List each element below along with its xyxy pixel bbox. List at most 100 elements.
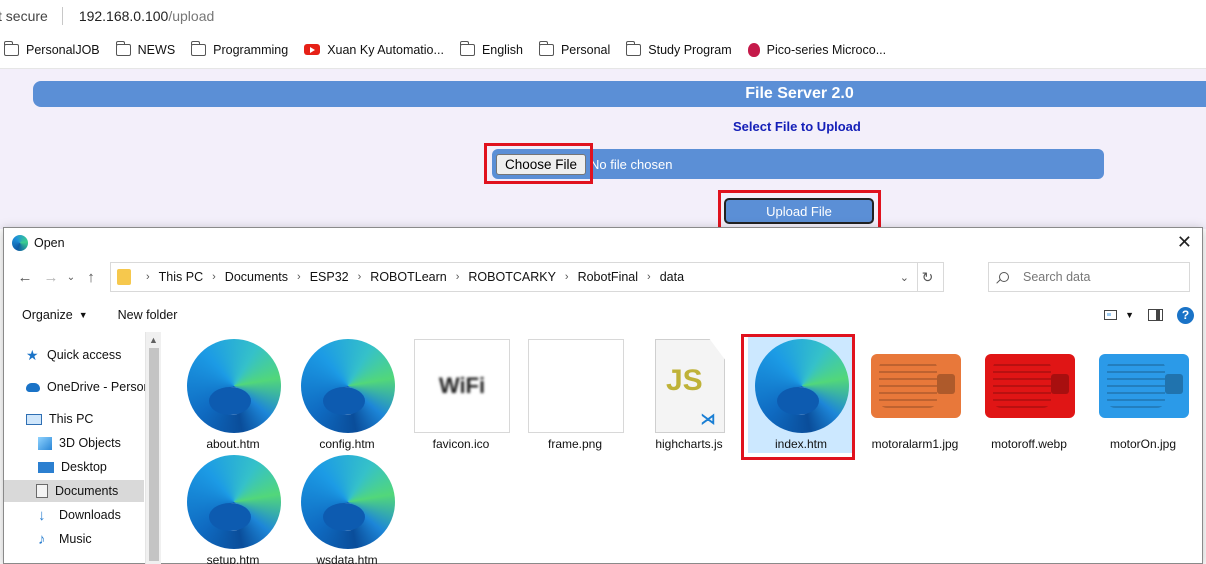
wifi-icon: WiFi bbox=[438, 373, 486, 398]
file-item-setup-htm[interactable]: setup.htm bbox=[180, 454, 286, 564]
file-item-about-htm[interactable]: about.htm bbox=[180, 338, 286, 452]
search-input[interactable]: Search data bbox=[988, 262, 1190, 292]
chevron-right-icon: › bbox=[297, 271, 301, 283]
bookmark-personaljob[interactable]: PersonalJOB bbox=[4, 40, 100, 57]
navigation-row: ← → ⌄ ↑ › This PC › Documents › ESP32 › ROBO… bbox=[4, 262, 1204, 292]
up-arrow-icon[interactable]: ↑ bbox=[78, 269, 104, 286]
upload-page: File Server 2.0 Select File to Upload Ch… bbox=[0, 69, 1206, 231]
bookmark-programming[interactable]: Programming bbox=[191, 40, 289, 57]
motor-image bbox=[871, 354, 961, 418]
breadcrumb-robotfinal[interactable]: › RobotFinal bbox=[556, 270, 638, 284]
url-host[interactable]: 192.168.0.100 bbox=[79, 8, 169, 24]
breadcrumb-this-pc[interactable]: › This PC bbox=[137, 270, 203, 284]
sidebar-item-label: This PC bbox=[49, 412, 94, 426]
sidebar-item-label: Quick access bbox=[47, 348, 122, 362]
breadcrumb-label: RobotFinal bbox=[577, 270, 639, 284]
vscode-icon: ⋊ bbox=[700, 411, 716, 428]
choose-file-highlight bbox=[484, 143, 593, 184]
bookmark-label: Xuan Ky Automatio... bbox=[327, 42, 444, 57]
sidebar-item-downloads[interactable]: ↓ Downloads bbox=[38, 504, 144, 526]
sidebar-item-quick-access[interactable]: ★ Quick access bbox=[26, 344, 160, 366]
recent-locations-chevron-icon[interactable]: ⌄ bbox=[64, 272, 78, 283]
file-item-favicon-ico[interactable]: WiFi favicon.ico bbox=[408, 338, 514, 452]
navigation-pane: ★ Quick access OneDrive - Person This PC … bbox=[4, 332, 161, 564]
file-item-frame-png[interactable]: frame.png bbox=[522, 338, 628, 452]
no-file-chosen-text: No file chosen bbox=[590, 156, 673, 172]
file-item-wsdata-htm[interactable]: wsdata.htm bbox=[294, 454, 400, 564]
address-bar[interactable]: t secure 192.168.0.100/upload bbox=[0, 0, 1206, 31]
file-name: setup.htm bbox=[206, 553, 260, 564]
bookmark-label: Pico-series Microco... bbox=[766, 42, 887, 57]
bookmark-label: Programming bbox=[213, 42, 289, 57]
edge-browser-icon bbox=[12, 235, 28, 251]
file-list: about.htm config.htm WiFi favicon.ico fr… bbox=[180, 336, 1200, 564]
sidebar-item-onedrive[interactable]: OneDrive - Person bbox=[26, 376, 160, 398]
chevron-down-icon[interactable]: ⌄ bbox=[900, 271, 909, 284]
js-file-thumbnail: JS ⋊ bbox=[642, 338, 738, 434]
sidebar-item-this-pc[interactable]: This PC bbox=[26, 408, 160, 430]
breadcrumb-label: ESP32 bbox=[309, 270, 349, 284]
close-icon[interactable]: ✕ bbox=[1177, 232, 1192, 253]
bookmark-personal[interactable]: Personal bbox=[538, 40, 610, 57]
sidebar-item-3d-objects[interactable]: 3D Objects bbox=[38, 432, 144, 454]
chevron-right-icon: › bbox=[455, 271, 460, 283]
cloud-icon bbox=[26, 382, 40, 392]
music-icon: ♪ bbox=[38, 530, 46, 548]
bookmark-news[interactable]: NEWS bbox=[115, 40, 176, 57]
breadcrumb-label: This PC bbox=[158, 270, 204, 284]
edge-file-icon bbox=[186, 454, 282, 550]
url-path[interactable]: /upload bbox=[168, 8, 214, 24]
bookmark-label: NEWS bbox=[137, 42, 176, 57]
breadcrumb-documents[interactable]: › Documents bbox=[203, 270, 288, 284]
scroll-up-arrow-icon[interactable]: ▲ bbox=[149, 335, 158, 345]
computer-icon bbox=[26, 413, 42, 425]
sidebar-item-documents[interactable]: Documents bbox=[4, 480, 144, 502]
file-item-motoralarm1-jpg[interactable]: motoralarm1.jpg bbox=[862, 338, 968, 452]
breadcrumb-label: ROBOTCARKY bbox=[468, 270, 556, 284]
file-name: about.htm bbox=[206, 437, 260, 451]
back-arrow-icon[interactable]: ← bbox=[12, 269, 38, 286]
file-name: favicon.ico bbox=[432, 437, 490, 451]
bookmark-pico-series[interactable]: Pico-series Microco... bbox=[747, 42, 887, 57]
file-item-config-htm[interactable]: config.htm bbox=[294, 338, 400, 452]
bookmark-english[interactable]: English bbox=[459, 40, 523, 57]
bookmark-xuan-ky[interactable]: Xuan Ky Automatio... bbox=[304, 43, 444, 57]
edge-file-icon bbox=[300, 338, 396, 434]
preview-pane-icon[interactable] bbox=[1148, 309, 1163, 321]
refresh-icon[interactable]: ↻ bbox=[917, 263, 937, 291]
breadcrumb-label: data bbox=[659, 270, 685, 284]
select-file-heading: Select File to Upload bbox=[733, 119, 861, 134]
new-folder-button[interactable]: New folder bbox=[118, 308, 178, 322]
security-indicator[interactable]: t secure bbox=[0, 8, 48, 24]
file-item-motoron-jpg[interactable]: motorOn.jpg bbox=[1090, 338, 1196, 452]
breadcrumb-data[interactable]: › data bbox=[638, 270, 684, 284]
index-file-highlight bbox=[741, 334, 855, 460]
file-item-highcharts-js[interactable]: JS ⋊ highcharts.js bbox=[636, 338, 742, 452]
breadcrumb-robotcarky[interactable]: › ROBOTCARKY bbox=[447, 270, 556, 284]
file-name: highcharts.js bbox=[655, 437, 723, 451]
breadcrumb-robotlearn[interactable]: › ROBOTLearn bbox=[349, 270, 447, 284]
breadcrumb-esp32[interactable]: › ESP32 bbox=[288, 270, 349, 284]
blank-image-icon bbox=[528, 339, 624, 433]
breadcrumb[interactable]: › This PC › Documents › ESP32 › ROBOTLearn ›… bbox=[110, 262, 944, 292]
sidebar-item-music[interactable]: ♪ Music bbox=[38, 528, 144, 550]
scrollbar-thumb[interactable] bbox=[149, 348, 159, 561]
chevron-right-icon: › bbox=[146, 271, 150, 283]
change-view-button[interactable]: ▼ bbox=[1104, 310, 1134, 320]
folder-icon bbox=[117, 269, 131, 285]
bookmark-study-program[interactable]: Study Program bbox=[626, 40, 732, 57]
upload-button-highlight bbox=[718, 190, 881, 231]
dialog-titlebar: Open ✕ bbox=[4, 228, 1202, 258]
forward-arrow-icon[interactable]: → bbox=[38, 269, 64, 286]
help-icon[interactable]: ? bbox=[1177, 306, 1194, 324]
file-item-motoroff-webp[interactable]: motoroff.webp bbox=[976, 338, 1082, 452]
sidebar-item-desktop[interactable]: Desktop bbox=[38, 456, 144, 478]
frame-thumbnail bbox=[528, 338, 624, 434]
file-name: frame.png bbox=[547, 437, 603, 451]
file-name: wsdata.htm bbox=[316, 553, 378, 564]
documents-icon bbox=[36, 484, 48, 498]
organize-menu[interactable]: Organize ▼ bbox=[22, 308, 88, 322]
sidebar-scrollbar[interactable]: ▲ bbox=[145, 332, 161, 564]
desktop-icon bbox=[38, 461, 54, 473]
download-icon: ↓ bbox=[38, 506, 46, 524]
